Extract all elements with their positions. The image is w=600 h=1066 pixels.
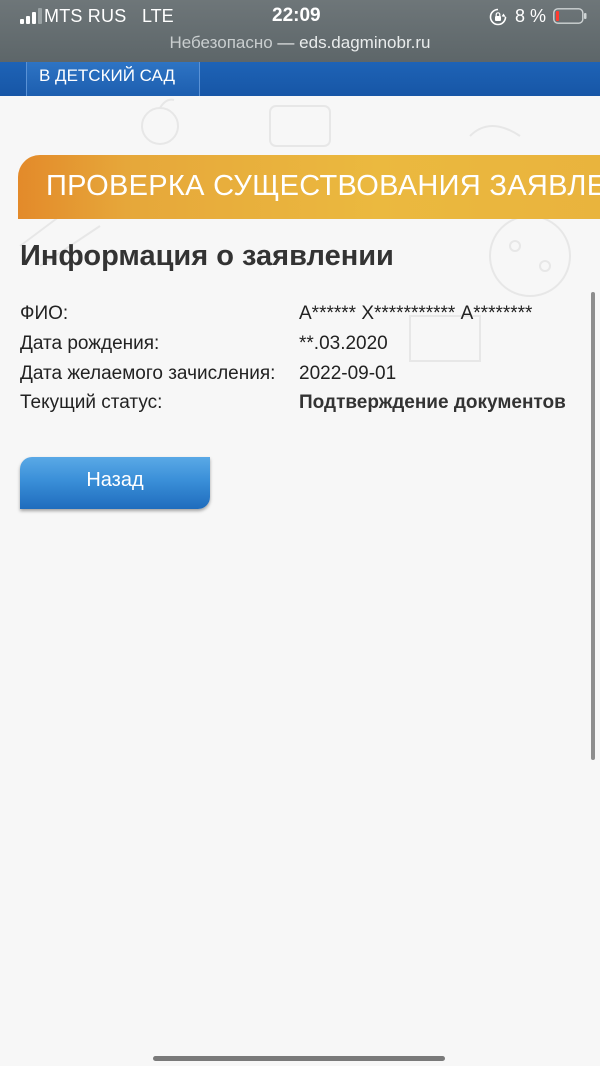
browser-chrome: MTS RUS LTE 22:09 8 % Небезопасно — eds.… — [0, 0, 600, 62]
info-row-fio: ФИО: А****** Х*********** А******** — [20, 303, 590, 331]
scrollbar[interactable] — [591, 292, 595, 760]
network-type: LTE — [142, 6, 174, 26]
insecure-label: Небезопасно — [169, 33, 273, 52]
info-label: Дата желаемого зачисления: — [20, 363, 276, 384]
info-label: Текущий статус: — [20, 392, 163, 413]
carrier-name: MTS RUS — [44, 6, 127, 26]
info-row-status: Текущий статус: Подтверждение документов — [20, 392, 590, 420]
info-value: А****** Х*********** А******** — [299, 303, 533, 324]
url-domain: eds.dagminobr.ru — [299, 33, 431, 52]
info-row-enrollment-date: Дата желаемого зачисления: 2022-09-01 — [20, 363, 590, 391]
page-banner: ПРОВЕРКА СУЩЕСТВОВАНИЯ ЗАЯВЛЕНИЯ — [18, 155, 600, 219]
status-bar: MTS RUS LTE 22:09 8 % — [0, 0, 600, 32]
banner-title: ПРОВЕРКА СУЩЕСТВОВАНИЯ ЗАЯВЛЕНИЯ — [46, 170, 600, 202]
top-navigation: В ДЕТСКИЙ САД — [0, 62, 600, 96]
info-label: ФИО: — [20, 303, 69, 324]
orientation-lock-icon — [489, 8, 507, 26]
info-value: 2022-09-01 — [299, 363, 397, 384]
info-label: Дата рождения: — [20, 333, 160, 354]
status-value: Подтверждение документов — [299, 392, 566, 413]
clock: 22:09 — [272, 5, 321, 26]
battery-percent: 8 % — [515, 6, 547, 26]
battery-icon — [553, 8, 587, 24]
back-button[interactable]: Назад — [20, 457, 210, 509]
info-value: **.03.2020 — [299, 333, 388, 354]
address-bar[interactable]: Небезопасно — eds.dagminobr.ru — [0, 33, 600, 53]
info-row-birth-date: Дата рождения: **.03.2020 — [20, 333, 590, 361]
home-indicator[interactable] — [153, 1056, 445, 1061]
signal-icon — [20, 8, 42, 24]
nav-item-kindergarten[interactable]: В ДЕТСКИЙ САД — [26, 62, 200, 96]
section-title: Информация о заявлении — [20, 240, 394, 272]
url-separator: — — [272, 33, 300, 52]
